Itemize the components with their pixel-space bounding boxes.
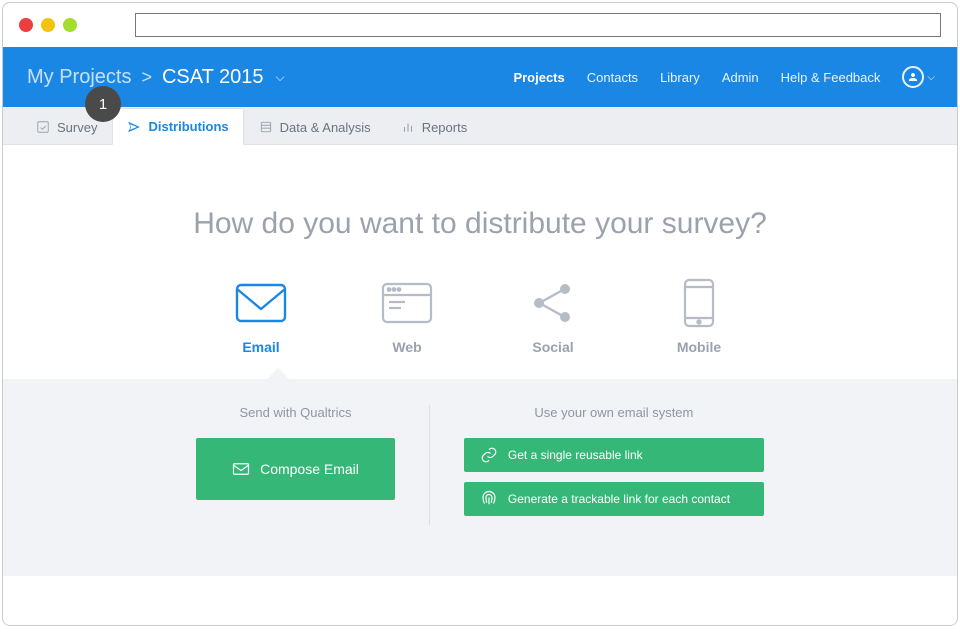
maximize-window-dot[interactable]	[63, 18, 77, 32]
nav-projects[interactable]: Projects	[513, 64, 564, 91]
breadcrumb-root[interactable]: My Projects	[27, 66, 131, 89]
breadcrumb-current[interactable]: CSAT 2015	[162, 66, 264, 89]
link-icon	[480, 446, 498, 464]
method-email-label: Email	[242, 339, 279, 355]
page-headline: How do you want to distribute your surve…	[33, 207, 927, 241]
compose-email-button[interactable]: Compose Email	[196, 438, 395, 500]
single-reusable-link-button[interactable]: Get a single reusable link	[464, 438, 764, 472]
own-email-col: Use your own email system Get a single r…	[430, 405, 798, 526]
tab-survey-label: Survey	[57, 120, 97, 135]
email-icon	[234, 281, 288, 325]
own-email-title: Use your own email system	[534, 405, 693, 420]
nav-library[interactable]: Library	[660, 64, 700, 91]
social-icon	[526, 281, 580, 325]
nav-contacts[interactable]: Contacts	[587, 64, 638, 91]
email-options-panel: Send with Qualtrics Compose Email Use yo…	[3, 379, 957, 576]
breadcrumb-sep: >	[141, 67, 152, 88]
app-header: My Projects > CSAT 2015 ⌵ Projects Conta…	[3, 47, 957, 107]
tab-reports-label: Reports	[422, 120, 468, 135]
panel-caret	[267, 368, 289, 379]
single-link-label: Get a single reusable link	[508, 448, 643, 462]
chevron-down-icon: ⌵	[927, 72, 935, 83]
step-badge: 1	[85, 86, 121, 122]
method-mobile-label: Mobile	[677, 339, 721, 355]
account-menu[interactable]: ⌵	[902, 66, 935, 88]
paper-plane-icon	[127, 120, 141, 134]
distribution-methods: Email Web Social Mobile	[33, 281, 927, 355]
send-with-qualtrics-title: Send with Qualtrics	[239, 405, 351, 420]
method-mobile[interactable]: Mobile	[672, 281, 726, 355]
send-with-qualtrics-col: Send with Qualtrics Compose Email	[162, 405, 429, 500]
nav-help[interactable]: Help & Feedback	[781, 64, 881, 91]
tab-reports[interactable]: Reports	[386, 108, 483, 145]
fingerprint-icon	[480, 490, 498, 508]
web-icon	[380, 281, 434, 325]
main-content: How do you want to distribute your surve…	[3, 145, 957, 576]
method-email[interactable]: Email	[234, 281, 288, 355]
tab-data[interactable]: Data & Analysis	[244, 108, 386, 145]
trackable-link-label: Generate a trackable link for each conta…	[508, 492, 730, 506]
mobile-icon	[672, 281, 726, 325]
nav-admin[interactable]: Admin	[722, 64, 759, 91]
tab-distributions[interactable]: Distributions	[112, 108, 243, 145]
browser-titlebar	[3, 3, 957, 47]
app-window: My Projects > CSAT 2015 ⌵ Projects Conta…	[2, 2, 958, 626]
trackable-link-button[interactable]: Generate a trackable link for each conta…	[464, 482, 764, 516]
avatar-icon	[902, 66, 924, 88]
top-nav: Projects Contacts Library Admin Help & F…	[513, 64, 935, 91]
method-web-label: Web	[392, 339, 421, 355]
close-window-dot[interactable]	[19, 18, 33, 32]
url-bar[interactable]	[135, 13, 941, 37]
method-social[interactable]: Social	[526, 281, 580, 355]
list-icon	[259, 120, 273, 134]
minimize-window-dot[interactable]	[41, 18, 55, 32]
method-social-label: Social	[532, 339, 573, 355]
tab-distributions-label: Distributions	[148, 119, 228, 134]
compose-email-label: Compose Email	[260, 461, 359, 477]
envelope-icon	[232, 460, 250, 478]
pencil-icon	[36, 120, 50, 134]
method-web[interactable]: Web	[380, 281, 434, 355]
chevron-down-icon[interactable]: ⌵	[276, 70, 285, 85]
project-tabs: Survey Distributions Data & Analysis Rep…	[3, 107, 957, 145]
tab-data-label: Data & Analysis	[280, 120, 371, 135]
bars-icon	[401, 120, 415, 134]
breadcrumb: My Projects > CSAT 2015 ⌵	[27, 66, 285, 89]
